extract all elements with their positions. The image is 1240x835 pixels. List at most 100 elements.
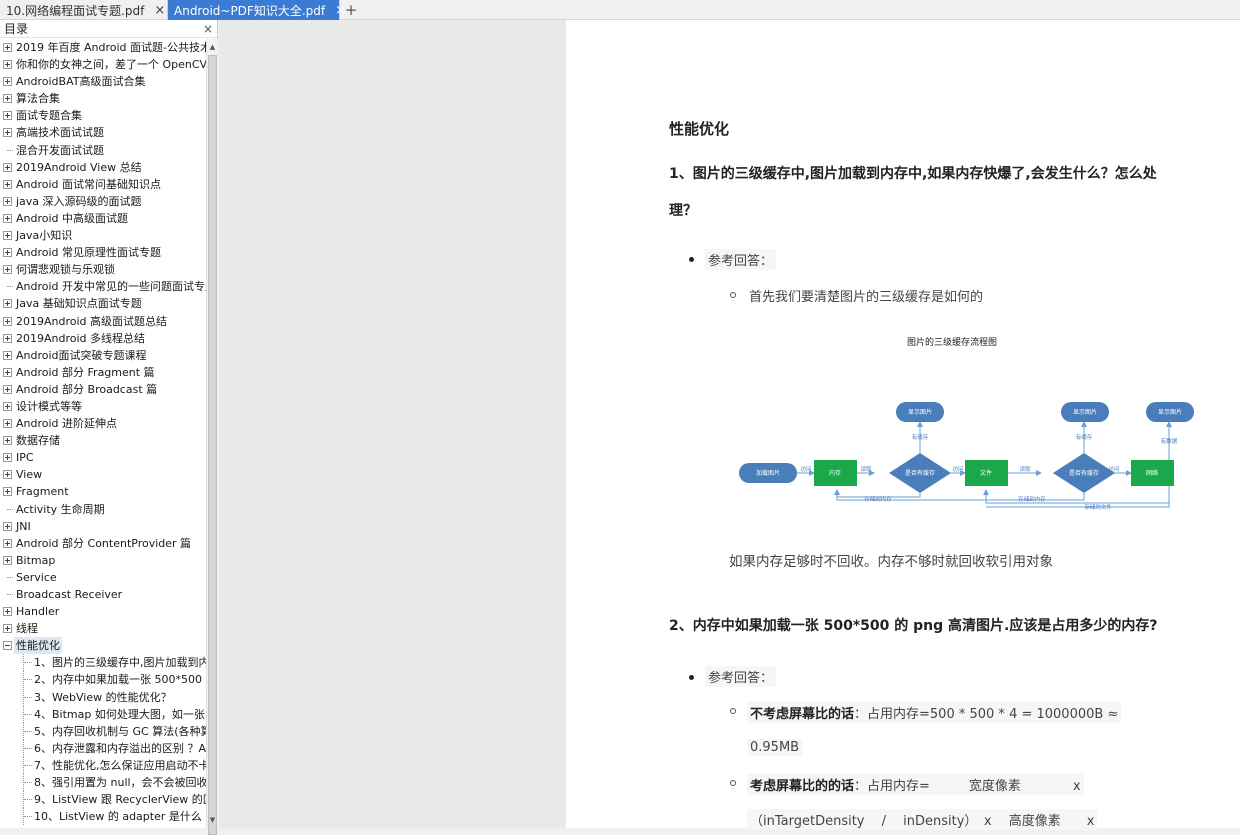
- circle-bullet-icon: [730, 292, 736, 298]
- tab-network-programming-pdf[interactable]: 10.网络编程面试专题.pdf ×: [0, 0, 168, 20]
- expand-icon[interactable]: [3, 419, 12, 429]
- expand-icon[interactable]: [3, 436, 12, 446]
- expand-icon[interactable]: [3, 213, 12, 223]
- outline-item[interactable]: Fragment: [0, 483, 206, 500]
- outline-item[interactable]: 高端技术面试试题: [0, 124, 206, 141]
- outline-item[interactable]: Java小知识: [0, 227, 206, 244]
- expand-icon[interactable]: [3, 196, 12, 206]
- expand-icon[interactable]: [3, 453, 12, 463]
- outline-item[interactable]: 面试专题合集: [0, 107, 206, 124]
- outline-item[interactable]: java 深入源码级的面试题: [0, 193, 206, 210]
- expand-icon[interactable]: [3, 470, 12, 480]
- outline-subitem-label: 8、强引用置为 null，会不会被回收？: [34, 776, 206, 790]
- outline-item[interactable]: 数据存储: [0, 432, 206, 449]
- outline-item[interactable]: Java 基础知识点面试专题: [0, 295, 206, 312]
- expand-icon[interactable]: [3, 248, 12, 258]
- outline-item[interactable]: 2019Android View 总结: [0, 159, 206, 176]
- outline-item[interactable]: 2019Android 多线程总结: [0, 330, 206, 347]
- outline-item[interactable]: Android 中高级面试题: [0, 210, 206, 227]
- collapse-icon[interactable]: [3, 641, 12, 651]
- outline-subitem[interactable]: 4、Bitmap 如何处理大图，如一张 30: [0, 705, 206, 723]
- outline-subitem[interactable]: 7、性能优化,怎么保证应用启动不卡顿: [0, 756, 206, 775]
- close-panel-icon[interactable]: ×: [203, 22, 213, 36]
- outline-subitem[interactable]: 6、内存泄露和内存溢出的区别 ？AS 有: [0, 739, 206, 757]
- expand-icon[interactable]: [3, 521, 12, 531]
- expand-icon[interactable]: [3, 401, 12, 411]
- outline-item[interactable]: Bitmap: [0, 552, 206, 569]
- tree-connector: [24, 679, 32, 681]
- expand-icon[interactable]: [3, 299, 12, 309]
- tab-label: 10.网络编程面试专题.pdf: [6, 3, 145, 18]
- outline-subitem-label: 2、内存中如果加载一张 500*500 的 p: [34, 673, 206, 687]
- scroll-down-icon[interactable]: ▼: [207, 814, 218, 826]
- expand-icon[interactable]: [3, 43, 12, 52]
- outline-subitem[interactable]: 10、ListView 的 adapter 是什么 ada: [0, 808, 206, 826]
- outline-item[interactable]: 2019 年百度 Android 面试题-公共技术点: [0, 39, 206, 56]
- expand-icon[interactable]: [3, 162, 12, 172]
- tab-android-pdf[interactable]: Android~PDF知识大全.pdf ×: [168, 0, 346, 20]
- expand-icon[interactable]: [3, 350, 12, 360]
- expand-icon[interactable]: [3, 333, 12, 343]
- expand-icon[interactable]: [3, 487, 12, 497]
- outline-subitem[interactable]: 9、ListView 跟 RecyclerView 的区别: [0, 791, 206, 809]
- expand-icon[interactable]: [3, 179, 12, 189]
- edge-has-data: 有数据: [1161, 437, 1178, 445]
- close-tab-icon[interactable]: ×: [144, 3, 165, 18]
- outline-item[interactable]: Service: [0, 569, 206, 586]
- outline-item[interactable]: 性能优化: [0, 637, 206, 655]
- outline-item[interactable]: Broadcast Receiver: [0, 586, 206, 603]
- outline-item-label: 何谓悲观锁与乐观锁: [16, 263, 115, 277]
- scroll-up-icon[interactable]: ▲: [207, 41, 218, 53]
- expand-icon[interactable]: [3, 384, 12, 394]
- outline-item[interactable]: 何谓悲观锁与乐观锁: [0, 261, 206, 278]
- outline-item[interactable]: 你和你的女神之间，差了一个 OpenCV 口: [0, 56, 206, 73]
- expand-icon[interactable]: [3, 265, 12, 275]
- answer-item-2-text: ：占用内存= 宽度像素 x: [854, 779, 1081, 794]
- expand-icon[interactable]: [3, 77, 12, 87]
- scroll-thumb[interactable]: [208, 55, 217, 835]
- outline-item[interactable]: 2019Android 高级面试题总结: [0, 313, 206, 330]
- outline-item[interactable]: Activity 生命周期: [0, 501, 206, 518]
- outline-item[interactable]: Android 部分 ContentProvider 篇: [0, 535, 206, 552]
- outline-item[interactable]: 算法合集: [0, 90, 206, 107]
- outline-item[interactable]: Android 面试常问基础知识点: [0, 176, 206, 193]
- outline-item[interactable]: IPC: [0, 449, 206, 466]
- outline-item[interactable]: Android面试突破专题课程: [0, 347, 206, 364]
- expand-icon[interactable]: [3, 555, 12, 565]
- outline-item[interactable]: JNI: [0, 518, 206, 535]
- document-viewer[interactable]: 性能优化 1、图片的三级缓存中,图片加载到内存中,如果内存快爆了,会发生什么？怎…: [219, 20, 1240, 830]
- outline-subitem[interactable]: 8、强引用置为 null，会不会被回收？: [0, 774, 206, 792]
- outline-scrollbar[interactable]: ▲ ▼: [206, 39, 218, 835]
- outline-item[interactable]: Handler: [0, 603, 206, 620]
- outline-item-label: Broadcast Receiver: [16, 588, 123, 601]
- expand-icon[interactable]: [3, 538, 12, 548]
- outline-item[interactable]: Android 开发中常见的一些问题面试专题: [0, 278, 206, 295]
- expand-icon[interactable]: [3, 231, 12, 241]
- expand-icon[interactable]: [3, 367, 12, 377]
- new-tab-button[interactable]: +: [340, 0, 362, 19]
- outline-item[interactable]: 线程: [0, 620, 206, 637]
- outline-item[interactable]: 设计模式等等: [0, 398, 206, 415]
- outline-item[interactable]: View: [0, 466, 206, 483]
- expand-icon[interactable]: [3, 94, 12, 104]
- outline-item-label: Java小知识: [16, 229, 73, 243]
- expand-icon[interactable]: [3, 624, 12, 634]
- outline-subitem[interactable]: 3、WebView 的性能优化？: [0, 688, 206, 706]
- outline-item[interactable]: AndroidBAT高级面试合集: [0, 73, 206, 90]
- outline-item[interactable]: Android 常见原理性面试专题: [0, 244, 206, 261]
- outline-subitem[interactable]: 2、内存中如果加载一张 500*500 的 p: [0, 671, 206, 689]
- outline-item[interactable]: 混合开发面试试题: [0, 142, 206, 159]
- outline-subitem[interactable]: 5、内存回收机制与 GC 算法(各种算法: [0, 722, 206, 740]
- expand-icon[interactable]: [3, 60, 12, 70]
- outline-item[interactable]: Android 部分 Broadcast 篇: [0, 381, 206, 398]
- outline-item[interactable]: Android 进阶延伸点: [0, 415, 206, 432]
- expand-icon[interactable]: [3, 128, 12, 138]
- expand-icon[interactable]: [3, 316, 12, 326]
- outline-subitem-label: 5、内存回收机制与 GC 算法(各种算法: [34, 724, 206, 738]
- expand-icon[interactable]: [3, 607, 12, 617]
- outline-item-label: Java 基础知识点面试专题: [16, 297, 142, 311]
- reference-answer-label: 参考回答：: [705, 666, 777, 687]
- outline-item[interactable]: Android 部分 Fragment 篇: [0, 364, 206, 381]
- outline-subitem[interactable]: 1、图片的三级缓存中,图片加载到内存: [0, 654, 206, 672]
- expand-icon[interactable]: [3, 111, 12, 121]
